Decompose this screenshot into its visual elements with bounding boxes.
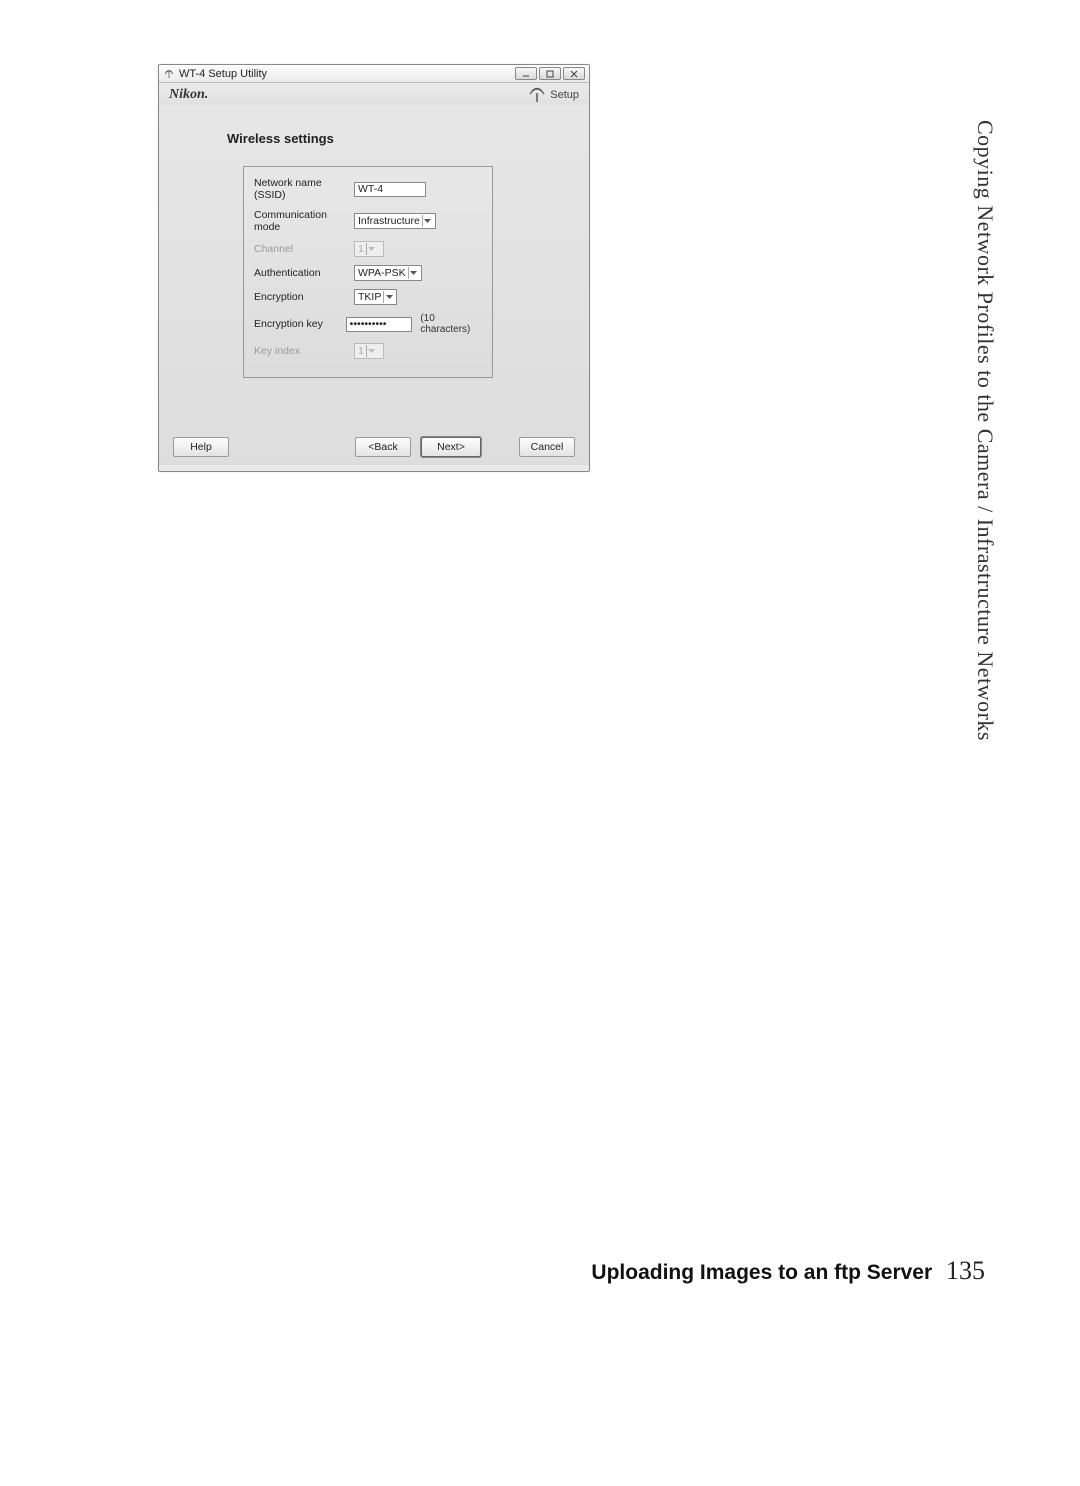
help-button[interactable]: Help [173,437,229,457]
enckey-label: Encryption key [254,318,346,330]
close-button[interactable] [563,67,585,80]
setup-label: Setup [550,89,579,101]
minimize-button[interactable] [515,67,537,80]
chevron-down-icon [366,345,377,357]
brand-logo: Nikon. [169,87,208,103]
ssid-label: Network name (SSID) [254,177,354,201]
window-title: WT-4 Setup Utility [179,68,515,80]
next-button[interactable]: Next> [421,437,481,457]
cancel-button[interactable]: Cancel [519,437,575,457]
setup-logo: Setup [527,87,579,103]
chevron-down-icon [383,291,394,303]
commmode-label: Communication mode [254,209,354,233]
footer-section-title: Uploading Images to an ftp Server [591,1261,932,1284]
chevron-down-icon [422,215,433,227]
channel-value: 1 [358,243,364,255]
auth-select[interactable]: WPA-PSK [354,265,422,281]
antenna-icon [163,68,175,80]
section-side-label: Copying Network Profiles to the Camera /… [972,120,998,741]
antenna-setup-icon [527,87,547,103]
auth-value: WPA-PSK [358,267,406,279]
chevron-down-icon [408,267,419,279]
dialog-button-row: Help <Back Next> Cancel [159,429,589,465]
enckey-hint: (10 characters) [420,313,482,335]
encryption-label: Encryption [254,291,354,303]
keyindex-label: Key index [254,345,354,357]
chevron-down-icon [366,243,377,255]
titlebar: WT-4 Setup Utility [159,65,589,83]
encryption-select[interactable]: TKIP [354,289,397,305]
ssid-input[interactable]: WT-4 [354,182,426,197]
brand-row: Nikon. Setup [159,83,589,105]
dialog-content: Wireless settings Network name (SSID) WT… [159,105,589,465]
back-button[interactable]: <Back [355,437,411,457]
footer-page-number: 135 [946,1256,985,1285]
keyindex-select: 1 [354,343,384,359]
channel-label: Channel [254,243,354,255]
wireless-settings-form: Network name (SSID) WT-4 Communication m… [243,166,493,378]
commmode-value: Infrastructure [358,215,420,227]
commmode-select[interactable]: Infrastructure [354,213,436,229]
setup-dialog: WT-4 Setup Utility Nikon. [158,64,590,472]
encryption-value: TKIP [358,291,381,303]
auth-label: Authentication [254,267,354,279]
page-footer: Uploading Images to an ftp Server 135 [591,1256,985,1286]
section-heading: Wireless settings [227,131,569,146]
enckey-input[interactable]: •••••••••• [346,317,413,332]
maximize-button[interactable] [539,67,561,80]
channel-select: 1 [354,241,384,257]
keyindex-value: 1 [358,345,364,357]
